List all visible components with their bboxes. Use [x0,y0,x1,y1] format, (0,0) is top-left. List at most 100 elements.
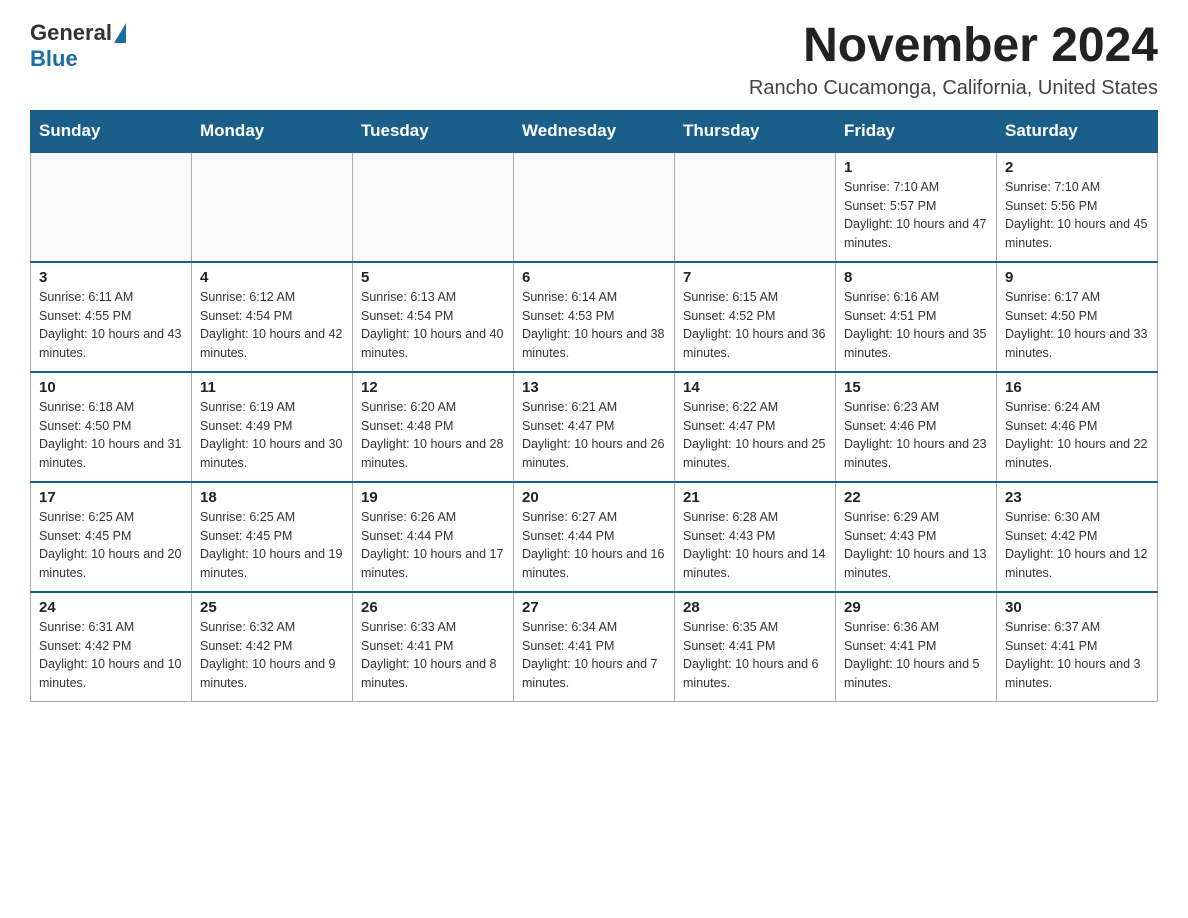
day-number: 27 [522,599,666,616]
day-info: Sunrise: 6:33 AM Sunset: 4:41 PM Dayligh… [361,618,505,693]
day-of-week-header: Friday [836,110,997,152]
day-number: 29 [844,599,988,616]
day-of-week-header: Thursday [675,110,836,152]
calendar-day-cell: 14 Sunrise: 6:22 AM Sunset: 4:47 PM Dayli… [675,372,836,482]
days-of-week-row: SundayMondayTuesdayWednesdayThursdayFrid… [31,110,1158,152]
day-number: 8 [844,269,988,286]
day-number: 26 [361,599,505,616]
page-header: General Blue November 2024 Rancho Cucamo… [30,20,1158,100]
day-of-week-header: Saturday [997,110,1158,152]
day-info: Sunrise: 6:36 AM Sunset: 4:41 PM Dayligh… [844,618,988,693]
calendar-day-cell [675,152,836,262]
calendar-day-cell: 8 Sunrise: 6:16 AM Sunset: 4:51 PM Daylig… [836,262,997,372]
day-number: 12 [361,379,505,396]
day-info: Sunrise: 6:19 AM Sunset: 4:49 PM Dayligh… [200,398,344,473]
calendar-day-cell: 9 Sunrise: 6:17 AM Sunset: 4:50 PM Daylig… [997,262,1158,372]
day-number: 14 [683,379,827,396]
calendar-day-cell: 7 Sunrise: 6:15 AM Sunset: 4:52 PM Daylig… [675,262,836,372]
logo: General Blue [30,20,126,72]
calendar-day-cell [31,152,192,262]
day-info: Sunrise: 6:29 AM Sunset: 4:43 PM Dayligh… [844,508,988,583]
logo-triangle-icon [114,23,126,43]
day-info: Sunrise: 6:28 AM Sunset: 4:43 PM Dayligh… [683,508,827,583]
calendar-day-cell: 23Sunrise: 6:30 AM Sunset: 4:42 PM Dayli… [997,482,1158,592]
day-number: 7 [683,269,827,286]
calendar-week-row: 10 Sunrise: 6:18 AM Sunset: 4:50 PM Dayli… [31,372,1158,482]
day-info: Sunrise: 7:10 AM Sunset: 5:57 PM Dayligh… [844,178,988,253]
calendar-day-cell: 16 Sunrise: 6:24 AM Sunset: 4:46 PM Dayli… [997,372,1158,482]
day-info: Sunrise: 6:16 AM Sunset: 4:51 PM Dayligh… [844,288,988,363]
logo-general-text: General [30,20,112,46]
calendar-day-cell: 27 Sunrise: 6:34 AM Sunset: 4:41 PM Dayli… [514,592,675,702]
location-title: Rancho Cucamonga, California, United Sta… [749,77,1158,100]
day-number: 10 [39,379,183,396]
day-of-week-header: Tuesday [353,110,514,152]
calendar-day-cell: 10 Sunrise: 6:18 AM Sunset: 4:50 PM Dayli… [31,372,192,482]
calendar-header: SundayMondayTuesdayWednesdayThursdayFrid… [31,110,1158,152]
calendar-week-row: 3Sunrise: 6:11 AM Sunset: 4:55 PM Daylig… [31,262,1158,372]
day-info: Sunrise: 6:23 AM Sunset: 4:46 PM Dayligh… [844,398,988,473]
month-year-title: November 2024 [749,20,1158,73]
day-number: 16 [1005,379,1149,396]
day-info: Sunrise: 6:27 AM Sunset: 4:44 PM Dayligh… [522,508,666,583]
day-number: 5 [361,269,505,286]
calendar-day-cell: 1 Sunrise: 7:10 AM Sunset: 5:57 PM Daylig… [836,152,997,262]
day-of-week-header: Monday [192,110,353,152]
day-number: 11 [200,379,344,396]
calendar-day-cell: 21 Sunrise: 6:28 AM Sunset: 4:43 PM Dayli… [675,482,836,592]
day-info: Sunrise: 6:12 AM Sunset: 4:54 PM Dayligh… [200,288,344,363]
day-number: 21 [683,489,827,506]
calendar-day-cell: 24 Sunrise: 6:31 AM Sunset: 4:42 PM Dayli… [31,592,192,702]
day-number: 24 [39,599,183,616]
day-number: 28 [683,599,827,616]
day-number: 17 [39,489,183,506]
calendar-day-cell: 30Sunrise: 6:37 AM Sunset: 4:41 PM Dayli… [997,592,1158,702]
day-number: 1 [844,159,988,176]
calendar-day-cell: 5 Sunrise: 6:13 AM Sunset: 4:54 PM Daylig… [353,262,514,372]
day-number: 9 [1005,269,1149,286]
calendar-day-cell: 18Sunrise: 6:25 AM Sunset: 4:45 PM Dayli… [192,482,353,592]
calendar-day-cell: 6 Sunrise: 6:14 AM Sunset: 4:53 PM Daylig… [514,262,675,372]
day-number: 25 [200,599,344,616]
calendar-day-cell: 15Sunrise: 6:23 AM Sunset: 4:46 PM Dayli… [836,372,997,482]
calendar-day-cell: 26 Sunrise: 6:33 AM Sunset: 4:41 PM Dayli… [353,592,514,702]
day-info: Sunrise: 6:13 AM Sunset: 4:54 PM Dayligh… [361,288,505,363]
calendar-day-cell: 20 Sunrise: 6:27 AM Sunset: 4:44 PM Dayli… [514,482,675,592]
calendar-day-cell: 3Sunrise: 6:11 AM Sunset: 4:55 PM Daylig… [31,262,192,372]
day-info: Sunrise: 6:20 AM Sunset: 4:48 PM Dayligh… [361,398,505,473]
calendar-day-cell: 13 Sunrise: 6:21 AM Sunset: 4:47 PM Dayli… [514,372,675,482]
calendar-day-cell: 12 Sunrise: 6:20 AM Sunset: 4:48 PM Dayli… [353,372,514,482]
day-info: Sunrise: 6:17 AM Sunset: 4:50 PM Dayligh… [1005,288,1149,363]
calendar-day-cell: 11 Sunrise: 6:19 AM Sunset: 4:49 PM Dayli… [192,372,353,482]
calendar-day-cell: 22Sunrise: 6:29 AM Sunset: 4:43 PM Dayli… [836,482,997,592]
day-number: 20 [522,489,666,506]
day-info: Sunrise: 6:14 AM Sunset: 4:53 PM Dayligh… [522,288,666,363]
calendar-day-cell: 2Sunrise: 7:10 AM Sunset: 5:56 PM Daylig… [997,152,1158,262]
day-number: 18 [200,489,344,506]
day-info: Sunrise: 6:15 AM Sunset: 4:52 PM Dayligh… [683,288,827,363]
calendar-day-cell [192,152,353,262]
day-number: 30 [1005,599,1149,616]
day-number: 6 [522,269,666,286]
title-block: November 2024 Rancho Cucamonga, Californ… [749,20,1158,100]
calendar-day-cell: 28 Sunrise: 6:35 AM Sunset: 4:41 PM Dayli… [675,592,836,702]
day-info: Sunrise: 6:30 AM Sunset: 4:42 PM Dayligh… [1005,508,1149,583]
day-info: Sunrise: 6:26 AM Sunset: 4:44 PM Dayligh… [361,508,505,583]
day-info: Sunrise: 6:21 AM Sunset: 4:47 PM Dayligh… [522,398,666,473]
day-info: Sunrise: 6:18 AM Sunset: 4:50 PM Dayligh… [39,398,183,473]
day-info: Sunrise: 6:34 AM Sunset: 4:41 PM Dayligh… [522,618,666,693]
day-number: 4 [200,269,344,286]
calendar-day-cell [353,152,514,262]
calendar-day-cell: 29 Sunrise: 6:36 AM Sunset: 4:41 PM Dayli… [836,592,997,702]
calendar-day-cell [514,152,675,262]
day-of-week-header: Sunday [31,110,192,152]
calendar-week-row: 24 Sunrise: 6:31 AM Sunset: 4:42 PM Dayli… [31,592,1158,702]
day-number: 2 [1005,159,1149,176]
calendar-day-cell: 19Sunrise: 6:26 AM Sunset: 4:44 PM Dayli… [353,482,514,592]
day-info: Sunrise: 6:22 AM Sunset: 4:47 PM Dayligh… [683,398,827,473]
day-info: Sunrise: 6:24 AM Sunset: 4:46 PM Dayligh… [1005,398,1149,473]
day-info: Sunrise: 6:32 AM Sunset: 4:42 PM Dayligh… [200,618,344,693]
day-info: Sunrise: 6:31 AM Sunset: 4:42 PM Dayligh… [39,618,183,693]
day-number: 13 [522,379,666,396]
day-info: Sunrise: 6:35 AM Sunset: 4:41 PM Dayligh… [683,618,827,693]
